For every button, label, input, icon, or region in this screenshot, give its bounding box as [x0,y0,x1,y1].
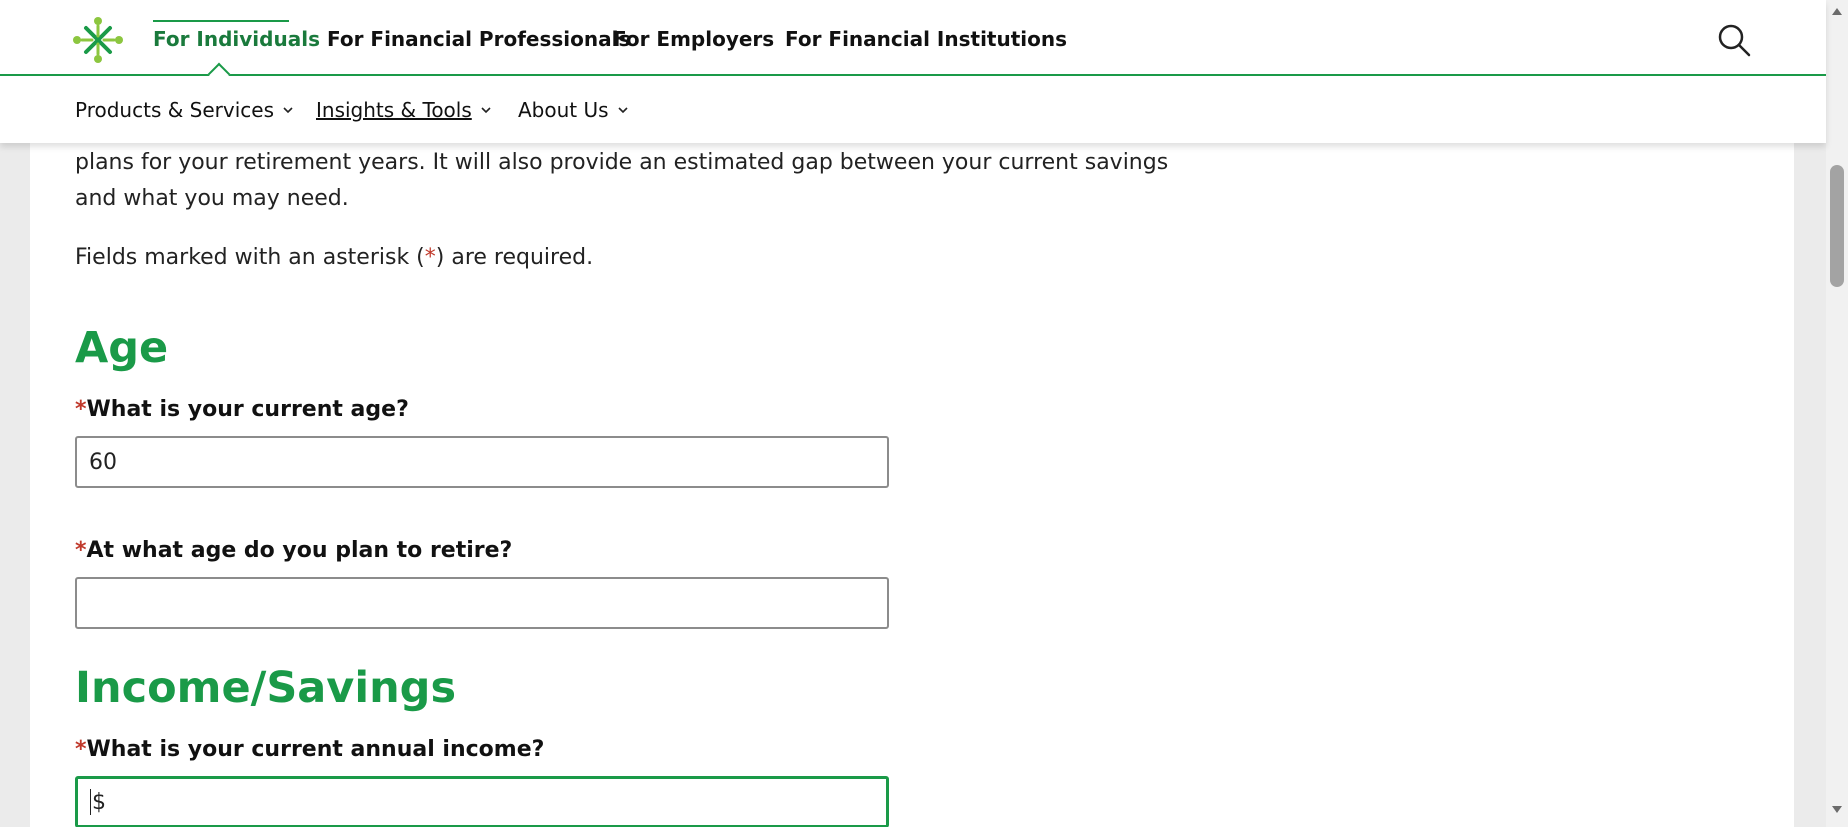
section-nav: Products & Services Insights & Tools Abo… [0,78,1826,143]
site-header: For Individuals For Financial Profession… [0,0,1826,143]
calculator-form: plans for your retirement years. It will… [75,145,1215,827]
scrollbar-thumb[interactable] [1830,165,1844,287]
audience-nav: For Individuals For Financial Profession… [0,0,1826,86]
search-icon[interactable] [1716,22,1752,58]
required-asterisk: * [75,737,87,762]
scroll-up-arrow-icon[interactable] [1832,8,1842,15]
required-asterisk: * [75,538,87,563]
required-fields-note: Fields marked with an asterisk (*) are r… [75,245,594,270]
retirement-age-input[interactable] [75,577,889,629]
tab-for-employers[interactable]: For Employers [613,27,774,51]
chevron-down-icon [283,107,293,114]
brand-logo-icon[interactable] [72,16,124,64]
annual-income-input[interactable]: $ [75,776,889,827]
required-asterisk: * [75,397,87,422]
intro-line: plans for your retirement years. It will… [75,150,1169,175]
chevron-down-icon [617,107,628,114]
nav-insights-tools[interactable]: Insights & Tools [316,98,492,122]
current-age-input[interactable]: 60 [75,436,889,488]
text-caret [90,789,91,815]
intro-text: plans for your retirement years. It will… [75,145,1215,217]
tab-for-financial-institutions[interactable]: For Financial Institutions [785,27,1067,51]
chevron-down-icon [481,107,491,114]
current-age-value: 60 [89,449,117,475]
scroll-down-arrow-icon[interactable] [1832,806,1842,813]
annual-income-label: *What is your current annual income? [75,737,545,762]
active-tab-indicator [153,20,289,22]
tab-for-financial-professionals[interactable]: For Financial Professionals [327,27,630,51]
intro-line: and what you may need. [75,186,349,211]
required-asterisk: * [424,245,436,270]
retirement-age-label: *At what age do you plan to retire? [75,538,513,563]
tab-for-individuals[interactable]: For Individuals [153,27,320,51]
nav-products-services[interactable]: Products & Services [75,98,294,122]
page-scrollbar[interactable] [1826,0,1848,827]
section-title-income-savings: Income/Savings [75,663,457,713]
section-title-age: Age [75,323,169,373]
nav-about-us[interactable]: About Us [518,98,629,122]
current-age-label: *What is your current age? [75,397,409,422]
annual-income-value: $ [92,789,106,815]
